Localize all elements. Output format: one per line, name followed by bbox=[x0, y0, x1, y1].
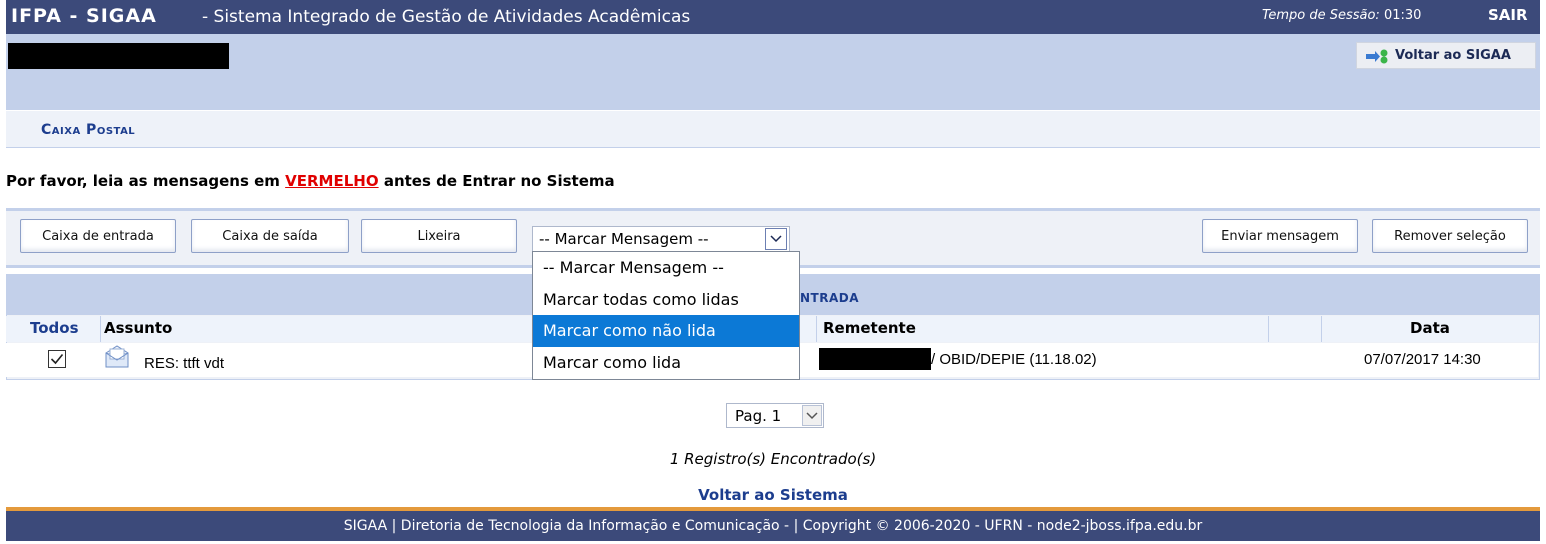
mark-option-read[interactable]: Marcar como lida bbox=[533, 347, 799, 379]
warning-red-word: VERMELHO bbox=[285, 172, 379, 190]
subject-header: Assunto bbox=[104, 319, 173, 337]
column-divider bbox=[1268, 316, 1269, 342]
remove-selection-button[interactable]: Remover seleção bbox=[1372, 219, 1528, 253]
envelope-icon bbox=[104, 345, 130, 373]
mark-option-placeholder[interactable]: -- Marcar Mensagem -- bbox=[533, 252, 799, 284]
back-arrow-icon bbox=[1366, 49, 1388, 63]
date-header: Data bbox=[1410, 319, 1450, 337]
mark-select-value: -- Marcar Mensagem -- bbox=[539, 230, 709, 248]
outbox-button[interactable]: Caixa de saída bbox=[191, 219, 349, 253]
footer: SIGAA | Diretoria de Tecnologia da Infor… bbox=[6, 507, 1540, 541]
redacted-sender-name bbox=[819, 348, 931, 370]
row-checkbox[interactable] bbox=[48, 350, 66, 372]
session-timer: Tempo de Sessão: 01:30 bbox=[1262, 8, 1421, 23]
user-bar bbox=[6, 34, 1540, 110]
sender-header: Remetente bbox=[823, 319, 916, 337]
chevron-down-icon[interactable] bbox=[802, 405, 822, 426]
session-time: 01:30 bbox=[1383, 8, 1422, 23]
message-sender: / OBID/DEPIE (11.18.02) bbox=[931, 351, 1097, 368]
page-title-bar: Caixa Postal bbox=[6, 111, 1540, 148]
system-title: - Sistema Integrado de Gestão de Ativida… bbox=[202, 7, 691, 27]
warning-after: antes de Entrar no Sistema bbox=[378, 172, 615, 190]
table-caption: NTRADA bbox=[800, 291, 860, 305]
redacted-user-name bbox=[8, 43, 229, 69]
column-divider bbox=[816, 316, 817, 342]
message-date: 07/07/2017 14:30 bbox=[1364, 351, 1481, 368]
warning-text: Por favor, leia as mensagens em VERMELHO… bbox=[6, 172, 615, 190]
mark-message-select[interactable]: -- Marcar Mensagem -- bbox=[532, 226, 790, 252]
select-all-link[interactable]: Todos bbox=[30, 319, 79, 337]
app-brand: IFPA - SIGAA bbox=[11, 5, 157, 27]
column-divider bbox=[100, 316, 101, 342]
top-bar: IFPA - SIGAA - Sistema Integrado de Gest… bbox=[6, 0, 1540, 34]
back-to-system-link[interactable]: Voltar ao Sistema bbox=[0, 486, 1546, 504]
back-to-sigaa-label: Voltar ao SIGAA bbox=[1395, 48, 1511, 63]
chevron-down-icon[interactable] bbox=[765, 228, 787, 250]
page-select-value: Pag. 1 bbox=[735, 407, 782, 425]
page-title: Caixa Postal bbox=[41, 122, 136, 138]
column-divider bbox=[1321, 316, 1322, 342]
records-count: 1 Registro(s) Encontrado(s) bbox=[669, 450, 877, 468]
back-to-sigaa-button[interactable]: Voltar ao SIGAA bbox=[1356, 42, 1536, 69]
send-message-button[interactable]: Enviar mensagem bbox=[1202, 219, 1358, 253]
checkbox-checked-icon bbox=[48, 350, 66, 368]
session-label: Tempo de Sessão: bbox=[1262, 8, 1380, 23]
mark-option-all-read[interactable]: Marcar todas como lidas bbox=[533, 284, 799, 316]
mark-option-unread[interactable]: Marcar como não lida bbox=[533, 315, 799, 347]
inbox-button[interactable]: Caixa de entrada bbox=[20, 219, 176, 253]
page-select[interactable]: Pag. 1 bbox=[726, 403, 824, 428]
trash-button[interactable]: Lixeira bbox=[361, 219, 517, 253]
logout-link[interactable]: SAIR bbox=[1488, 6, 1528, 24]
message-subject[interactable]: RES: ttft vdt bbox=[144, 355, 224, 372]
warning-before: Por favor, leia as mensagens em bbox=[6, 172, 286, 190]
mark-message-dropdown: -- Marcar Mensagem -- Marcar todas como … bbox=[532, 251, 800, 380]
